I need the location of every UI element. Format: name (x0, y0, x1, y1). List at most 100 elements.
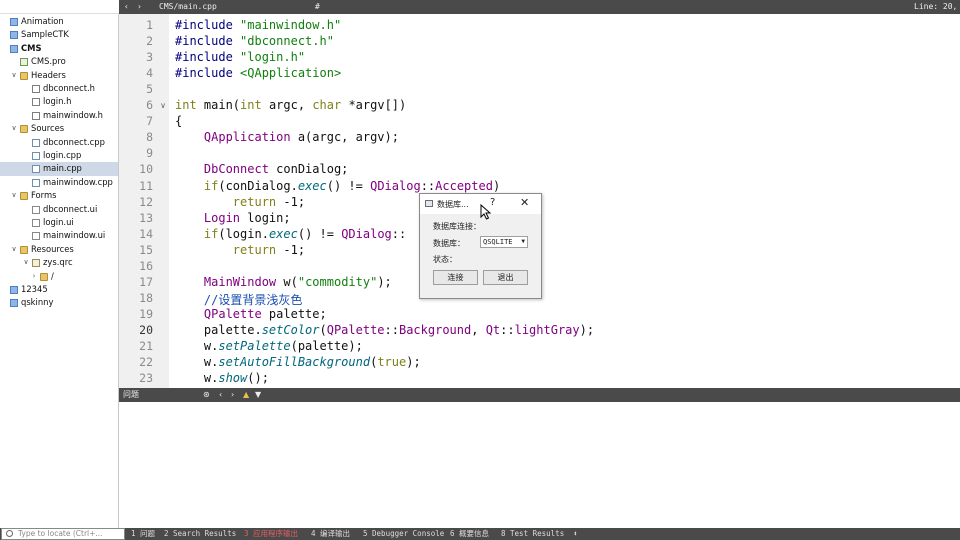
tree-item[interactable]: dbconnect.h (0, 82, 118, 95)
line-number: 2 (146, 34, 153, 49)
tree-item[interactable]: login.ui (0, 216, 118, 229)
cpp-file-icon (32, 178, 40, 187)
symbol-selector[interactable]: # (315, 0, 320, 14)
more-tabs-icon[interactable]: ⬍ (573, 528, 578, 540)
mouse-pointer-icon (480, 204, 492, 220)
line-number: 5 (146, 82, 153, 97)
code-line[interactable]: return -1; (175, 243, 305, 257)
tree-item-label: dbconnect.h (43, 83, 95, 93)
tree-item[interactable]: CMS.pro (0, 55, 118, 68)
code-line[interactable]: w.show(); (175, 371, 269, 385)
chevron-right-icon[interactable]: › (30, 270, 38, 283)
tree-item-label: SampleCTK (21, 29, 69, 40)
code-line[interactable]: QApplication a(argc, argv); (175, 130, 399, 144)
tree-item[interactable]: ∨ Sources (0, 122, 118, 135)
code-line[interactable]: #include "dbconnect.h" (175, 34, 334, 48)
chevron-down-icon[interactable]: ∨ (10, 243, 18, 256)
header-file-icon (32, 111, 40, 120)
tree-item[interactable]: main.cpp (0, 162, 118, 176)
chevron-down-icon[interactable]: ∨ (22, 256, 30, 269)
ui-file-icon (32, 219, 40, 227)
back-arrow-icon[interactable]: ‹ (124, 0, 129, 14)
locator-input[interactable]: Type to locate (Ctrl+... (1, 528, 125, 540)
status-label: 状态： (433, 255, 457, 264)
output-tab[interactable]: 1 问题 (131, 528, 155, 540)
code-editor[interactable]: #include "mainwindow.h" #include "dbconne… (169, 14, 960, 388)
code-line[interactable]: Login login; (175, 211, 291, 225)
output-tab[interactable]: 3 应用程序输出 (244, 528, 298, 540)
tree-item[interactable]: CMS (0, 42, 118, 55)
tree-item[interactable]: ∨ zys.qrc (0, 256, 118, 269)
folder-icon (40, 272, 48, 281)
code-line[interactable]: w.setAutoFillBackground(true); (175, 355, 421, 369)
output-tab[interactable]: 6 概要信息 (450, 528, 489, 540)
tree-item[interactable]: login.h (0, 95, 118, 108)
output-tab[interactable]: 2 Search Results (164, 528, 236, 540)
tree-item[interactable]: SampleCTK (0, 28, 118, 41)
chevron-down-icon[interactable]: ∨ (10, 189, 18, 202)
tree-item[interactable]: mainwindow.h (0, 109, 118, 122)
code-line[interactable]: { (175, 114, 182, 128)
forward-arrow-icon[interactable]: › (137, 0, 142, 14)
file-path[interactable]: CMS/main.cpp (159, 0, 217, 14)
chevron-down-icon[interactable]: ∨ (10, 122, 18, 135)
next-issue-icon[interactable]: › (231, 388, 234, 402)
code-line[interactable]: return -1; (175, 195, 305, 209)
tree-item[interactable]: mainwindow.ui (0, 229, 118, 242)
code-line[interactable]: palette.setColor(QPalette::Background, Q… (175, 323, 594, 337)
tree-item[interactable]: mainwindow.cpp (0, 176, 118, 189)
code-line[interactable]: #include "mainwindow.h" (175, 18, 341, 32)
tree-item-label: mainwindow.h (43, 109, 103, 120)
database-select[interactable]: QSQLITE ▼ (480, 236, 528, 248)
line-number: 17 (139, 274, 153, 289)
tree-item-label: Forms (31, 190, 57, 201)
tree-item[interactable]: ∨ Headers (0, 69, 118, 82)
database-select-value: QSQLITE (483, 238, 513, 246)
warning-icon[interactable]: ▲ (243, 388, 249, 402)
project-icon (10, 31, 18, 40)
ui-file-icon (32, 205, 40, 214)
tree-item[interactable]: qskinny (0, 296, 118, 309)
tree-item[interactable]: dbconnect.cpp (0, 136, 118, 149)
code-line[interactable]: QPalette palette; (175, 307, 327, 321)
fold-arrow-icon[interactable]: ∨ (160, 101, 166, 110)
close-icon[interactable]: ✕ (520, 196, 529, 209)
tree-item[interactable]: 12345 (0, 283, 118, 296)
code-line[interactable]: #include "login.h" (175, 50, 305, 64)
line-number: 16 (139, 258, 153, 273)
output-tab[interactable]: 5 Debugger Console (363, 528, 444, 540)
tree-item-label: CMS (21, 42, 42, 53)
line-number: 19 (139, 306, 153, 321)
tree-item[interactable]: ∨ Resources (0, 243, 118, 256)
code-line[interactable]: MainWindow w("commodity"); (175, 275, 392, 289)
exit-button[interactable]: 退出 (483, 270, 528, 285)
editor-toolbar: ‹ › CMS/main.cpp # Line: 20, C (119, 0, 960, 25)
tree-item[interactable]: ∨ Forms (0, 189, 118, 202)
cpp-file-icon (32, 138, 40, 147)
filter-icon[interactable]: ⊛ (203, 388, 210, 402)
output-tab[interactable]: 8 Test Results (501, 528, 564, 540)
tree-item[interactable]: dbconnect.ui (0, 203, 118, 216)
line-number: 3 (146, 50, 153, 65)
code-line[interactable]: DbConnect conDialog; (175, 162, 349, 176)
database-label: 数据库： (433, 239, 465, 248)
code-line[interactable]: //设置背景浅灰色 (175, 291, 302, 308)
code-line[interactable]: w.setPalette(palette); (175, 339, 363, 353)
tree-item[interactable]: › / (0, 270, 118, 283)
prev-issue-icon[interactable]: ‹ (219, 388, 222, 402)
code-line[interactable]: if(conDialog.exec() != QDialog::Accepted… (175, 179, 500, 193)
tree-item-label: dbconnect.ui (43, 203, 98, 214)
code-line[interactable]: #include <QApplication> (175, 66, 341, 80)
code-line[interactable]: if(login.exec() != QDialog:: (175, 227, 406, 241)
funnel-icon[interactable]: ▼ (255, 388, 261, 402)
tree-item[interactable]: login.cpp (0, 149, 118, 162)
line-number: 15 (139, 242, 153, 257)
output-tab[interactable]: 4 编译输出 (311, 528, 350, 540)
connect-button[interactable]: 连接 (433, 270, 478, 285)
chevron-down-icon[interactable]: ∨ (10, 69, 18, 82)
line-number: 6 (146, 98, 153, 113)
code-line[interactable]: int main(int argc, char *argv[]) (175, 98, 406, 112)
header-file-icon (32, 85, 40, 93)
tree-item[interactable]: Animation (0, 15, 118, 28)
line-number: 18 (139, 290, 153, 305)
